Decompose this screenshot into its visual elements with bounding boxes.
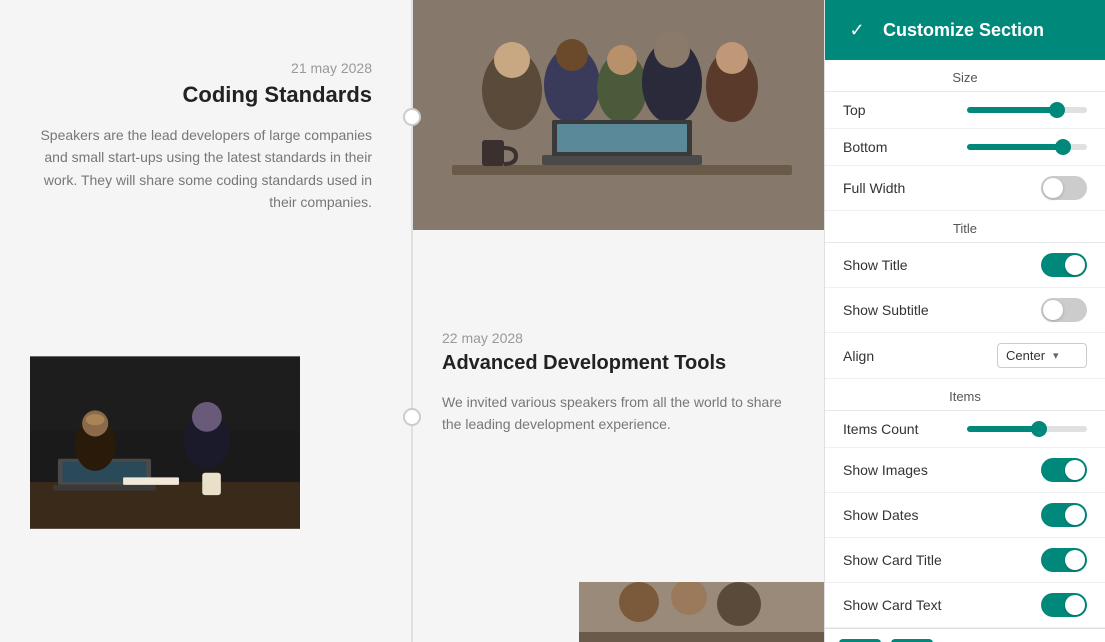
item2-title: Advanced Development Tools <box>442 352 804 375</box>
bottom-label: Bottom <box>843 139 887 155</box>
full-width-row: Full Width <box>825 166 1105 211</box>
show-card-text-label: Show Card Text <box>843 597 942 613</box>
show-card-text-row: Show Card Text <box>825 583 1105 628</box>
item2-image-col <box>0 300 412 642</box>
item1-date: 21 may 2028 <box>20 60 372 76</box>
show-title-label: Show Title <box>843 257 908 273</box>
show-images-toggle[interactable] <box>1041 458 1087 482</box>
timeline-dot-2 <box>403 408 421 426</box>
show-card-title-row: Show Card Title <box>825 538 1105 583</box>
bottom-slider[interactable] <box>967 144 1087 150</box>
item1-image-col <box>412 0 824 300</box>
item3-partial-image <box>579 582 824 642</box>
check-icon: ✓ <box>845 18 869 42</box>
top-row: Top <box>825 92 1105 129</box>
sidebar-panel: ✓ Customize Section Size Top Bottom Full… <box>824 0 1105 642</box>
items-count-slider[interactable] <box>967 426 1087 432</box>
item2-date: 22 may 2028 <box>442 330 804 346</box>
items-count-label: Items Count <box>843 421 918 437</box>
item1-text-col: 21 may 2028 Coding Standards Speakers ar… <box>0 0 412 300</box>
sidebar-footer: ↑ ↓ REMOVE <box>825 628 1105 642</box>
sidebar-header: ✓ Customize Section <box>825 0 1105 60</box>
align-value: Center <box>1006 348 1045 363</box>
top-label: Top <box>843 102 866 118</box>
show-card-text-toggle[interactable] <box>1041 593 1087 617</box>
show-subtitle-row: Show Subtitle <box>825 288 1105 333</box>
align-select[interactable]: Center ▾ <box>997 343 1087 368</box>
sidebar-title: Customize Section <box>883 20 1044 41</box>
item2-desc: We invited various speakers from all the… <box>442 391 804 436</box>
items-section-label: Items <box>825 379 1105 411</box>
align-label: Align <box>843 348 874 364</box>
show-card-title-label: Show Card Title <box>843 552 942 568</box>
chevron-down-icon: ▾ <box>1053 349 1059 362</box>
bottom-row: Bottom <box>825 129 1105 166</box>
size-section-label: Size <box>825 60 1105 92</box>
top-slider[interactable] <box>967 107 1087 113</box>
show-title-row: Show Title <box>825 243 1105 288</box>
show-dates-toggle[interactable] <box>1041 503 1087 527</box>
show-subtitle-toggle[interactable] <box>1041 298 1087 322</box>
content-area: 21 may 2028 Coding Standards Speakers ar… <box>0 0 824 642</box>
show-dates-label: Show Dates <box>843 507 918 523</box>
full-width-toggle[interactable] <box>1041 176 1087 200</box>
show-images-label: Show Images <box>843 462 928 478</box>
timeline-dot-1 <box>403 108 421 126</box>
title-section-label: Title <box>825 211 1105 243</box>
full-width-label: Full Width <box>843 180 905 196</box>
item1-desc: Speakers are the lead developers of larg… <box>20 124 372 214</box>
items-count-row: Items Count <box>825 411 1105 448</box>
align-row: Align Center ▾ <box>825 333 1105 379</box>
item1-title: Coding Standards <box>20 82 372 108</box>
show-card-title-toggle[interactable] <box>1041 548 1087 572</box>
show-dates-row: Show Dates <box>825 493 1105 538</box>
show-images-row: Show Images <box>825 448 1105 493</box>
show-subtitle-label: Show Subtitle <box>843 302 929 318</box>
show-title-toggle[interactable] <box>1041 253 1087 277</box>
